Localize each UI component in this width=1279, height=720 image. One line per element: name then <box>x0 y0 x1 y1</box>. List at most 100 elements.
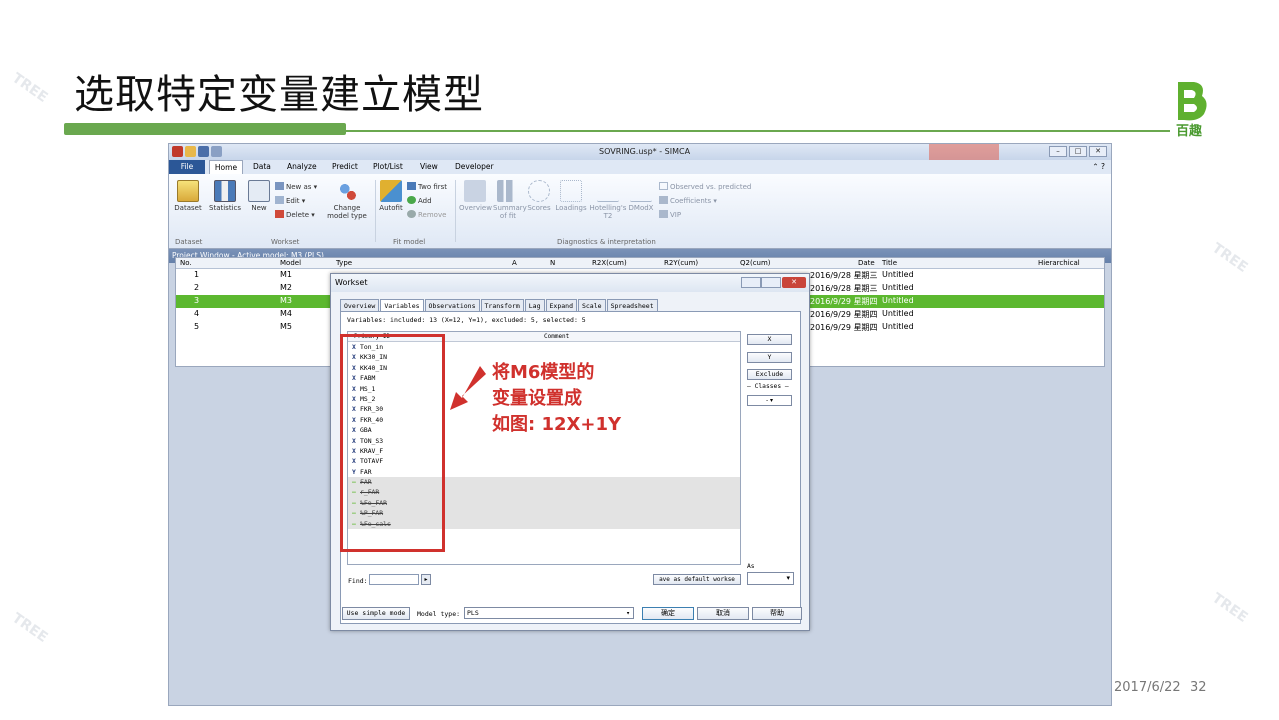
tab-file[interactable]: File <box>169 160 205 174</box>
save-as-default-button[interactable]: ave as default workse <box>653 574 741 585</box>
set-x-button[interactable]: X <box>747 334 792 345</box>
row-title: Untitled <box>882 283 914 292</box>
annotation-line-3: 如图: 12X+1Y <box>492 414 622 435</box>
dialog-maximize-button[interactable] <box>761 277 781 288</box>
col-model[interactable]: Model <box>280 259 301 267</box>
dialog-close-button[interactable]: ✕ <box>782 277 806 288</box>
row-model: M4 <box>280 309 292 318</box>
tab-home[interactable]: Home <box>209 160 243 174</box>
edit-icon <box>275 196 284 204</box>
col-r2y[interactable]: R2Y(cum) <box>664 259 698 267</box>
dialog-minimize-button[interactable] <box>741 277 761 288</box>
app-icon[interactable] <box>172 146 183 157</box>
overview-button[interactable]: Overview <box>459 180 492 212</box>
open-icon[interactable] <box>185 146 196 157</box>
row-model: M1 <box>280 270 292 279</box>
col-date[interactable]: Date <box>858 259 875 267</box>
tab-view[interactable]: View <box>420 162 438 171</box>
summary-of-fit-button[interactable]: Summary of fit <box>493 180 527 220</box>
line-chart-icon <box>597 180 619 202</box>
pointer-arrow-icon <box>450 366 486 410</box>
watermark: TREE <box>1208 240 1251 276</box>
slide-page-number: 32 <box>1190 680 1207 695</box>
dmodx-icon <box>630 180 652 202</box>
col-n[interactable]: N <box>550 259 555 267</box>
maximize-button[interactable]: □ <box>1069 146 1087 157</box>
change-model-type-button[interactable]: Change model type <box>323 180 371 220</box>
undo-icon[interactable] <box>211 146 222 157</box>
col-title[interactable]: Title <box>882 259 897 267</box>
new-as-button[interactable]: New as ▾ <box>275 182 317 191</box>
tab-data[interactable]: Data <box>253 162 271 171</box>
add-icon <box>407 196 416 204</box>
tab-developer[interactable]: Developer <box>455 162 494 171</box>
change-model-type-label: Change model type <box>327 204 367 220</box>
tab-spreadsheet[interactable]: Spreadsheet <box>606 299 658 311</box>
dataset-label: Dataset <box>174 204 202 212</box>
col-r2x[interactable]: R2X(cum) <box>592 259 627 267</box>
tab-expand[interactable]: Expand <box>545 299 577 311</box>
edit-label: Edit <box>286 197 300 205</box>
group-label-fit-model: Fit model <box>393 238 426 246</box>
statistics-button[interactable]: Statistics <box>207 180 243 212</box>
exclude-button[interactable]: Exclude <box>747 369 792 380</box>
tab-lag[interactable]: Lag <box>524 299 545 311</box>
set-y-button[interactable]: Y <box>747 352 792 363</box>
tab-scale[interactable]: Scale <box>577 299 606 311</box>
tab-plot-list[interactable]: Plot/List <box>373 162 403 171</box>
add-button[interactable]: Add <box>407 196 432 205</box>
row-no: 4 <box>194 309 200 318</box>
scores-button[interactable]: Scores <box>525 180 553 212</box>
help-button[interactable]: 帮助 <box>752 607 802 620</box>
col-type[interactable]: Type <box>336 259 352 267</box>
variables-summary: Variables: included: 13 (X=12, Y=1), exc… <box>347 316 586 324</box>
row-title: Untitled <box>882 270 914 279</box>
tab-transform[interactable]: Transform <box>480 299 524 311</box>
annotation-line-1: 将M6模型的 <box>492 362 595 383</box>
dataset-button[interactable]: Dataset <box>173 180 203 212</box>
scores-label: Scores <box>527 204 551 212</box>
find-next-button[interactable]: ▸ <box>421 574 431 585</box>
slide-date: 2017/6/22 <box>1114 680 1181 695</box>
observed-vs-predicted-button[interactable]: Observed vs. predicted <box>659 182 751 191</box>
vip-button[interactable]: VIP <box>659 210 681 219</box>
dmodx-button[interactable]: DModX <box>627 180 655 212</box>
loadings-button[interactable]: Loadings <box>555 180 587 212</box>
delete-button[interactable]: Delete ▾ <box>275 210 315 219</box>
autofit-label: Autofit <box>379 204 403 212</box>
as-select[interactable]: ▾ <box>747 572 794 585</box>
ok-button[interactable]: 确定 <box>642 607 694 620</box>
tab-predict[interactable]: Predict <box>332 162 358 171</box>
classes-select[interactable]: - ▾ <box>747 395 792 406</box>
minimize-button[interactable]: – <box>1049 146 1067 157</box>
cancel-button[interactable]: 取消 <box>697 607 749 620</box>
hotellings-label: Hotelling's T2 <box>589 204 627 220</box>
title-decoration <box>929 144 999 160</box>
delete-label: Delete <box>286 211 309 219</box>
coefficients-button[interactable]: Coefficients ▾ <box>659 196 717 205</box>
autofit-button[interactable]: Autofit <box>377 180 405 212</box>
close-button[interactable]: ✕ <box>1089 146 1107 157</box>
remove-button[interactable]: Remove <box>407 210 446 219</box>
new-button[interactable]: New <box>247 180 271 212</box>
save-icon[interactable] <box>198 146 209 157</box>
col-hierarchical[interactable]: Hierarchical <box>1038 259 1080 267</box>
col-comment[interactable]: Comment <box>544 333 569 340</box>
row-no: 2 <box>194 283 200 292</box>
row-model: M3 <box>280 296 292 305</box>
col-q2[interactable]: Q2(cum) <box>740 259 771 267</box>
hotellings-button[interactable]: Hotelling's T2 <box>589 180 627 220</box>
col-no[interactable]: No. <box>180 259 192 267</box>
classes-value: - <box>765 397 769 404</box>
edit-button[interactable]: Edit ▾ <box>275 196 305 205</box>
tab-overview[interactable]: Overview <box>340 299 380 311</box>
tab-observations[interactable]: Observations <box>424 299 480 311</box>
col-a[interactable]: A <box>512 259 517 267</box>
help-icon[interactable]: ⌃ ? <box>1092 162 1105 171</box>
tab-analyze[interactable]: Analyze <box>287 162 317 171</box>
use-simple-mode-button[interactable]: Use simple mode <box>342 607 410 620</box>
model-type-value: PLS <box>467 609 479 617</box>
two-first-button[interactable]: Two first <box>407 182 447 191</box>
model-type-select[interactable]: PLS ▾ <box>464 607 634 619</box>
find-input[interactable] <box>369 574 419 585</box>
